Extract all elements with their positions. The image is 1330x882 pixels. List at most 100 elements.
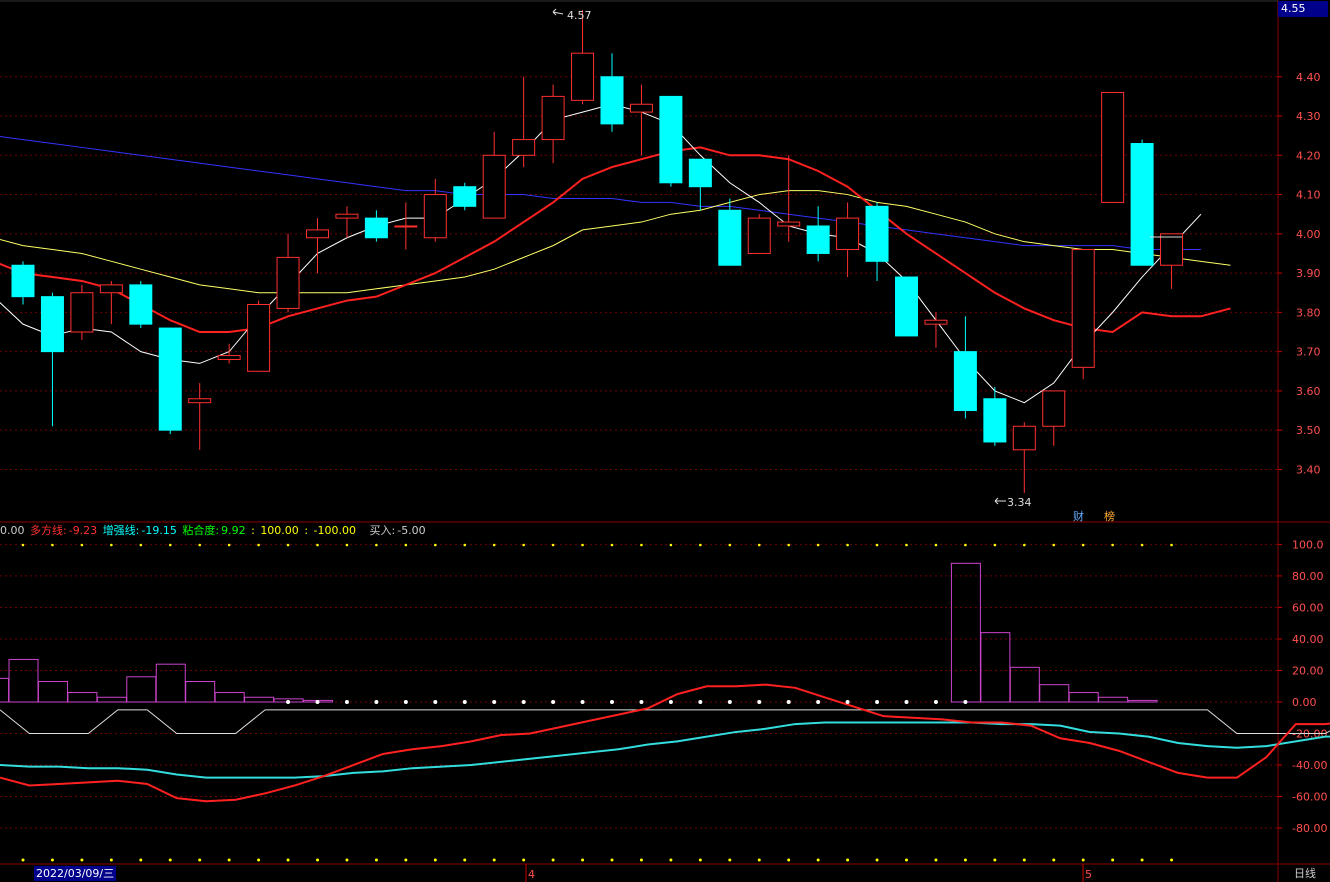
- top-dot-marker: [875, 543, 879, 547]
- cm100-value: -100.00: [313, 524, 356, 537]
- stock-chart: 4.40 4.30 4.20 4.10 4.00 3.90 3.80 3.70 3.60 3.50…: [0, 0, 1330, 882]
- price-tick-label: 3.60: [1296, 385, 1321, 398]
- bottom-dot-marker: [21, 858, 25, 862]
- price-tick-label: 3.90: [1296, 267, 1321, 280]
- bottom-dot-marker: [492, 858, 496, 862]
- candle: [70, 284, 94, 340]
- candle-body: [1101, 91, 1125, 203]
- buy-histogram-bar: [1039, 684, 1070, 703]
- top-dot-marker: [168, 543, 172, 547]
- candle: [659, 95, 683, 187]
- period-selector[interactable]: 日线: [1280, 866, 1330, 882]
- zero-dot-marker: [344, 700, 349, 704]
- candle: [364, 210, 388, 242]
- candle-body: [688, 158, 712, 188]
- buy-histogram-bar: [126, 676, 157, 703]
- candle-body: [158, 327, 182, 431]
- candle: [188, 383, 212, 450]
- zero-dot-marker: [816, 700, 821, 704]
- sep-2: :: [304, 524, 309, 537]
- bottom-dot-marker: [50, 858, 54, 862]
- candle-body: [895, 276, 918, 337]
- zero-dot-marker: [610, 700, 614, 704]
- candle: [629, 84, 653, 156]
- top-dot-marker: [1023, 543, 1026, 547]
- bottom-dot-marker: [875, 858, 879, 862]
- bottom-dot-marker: [316, 858, 319, 862]
- event-marker-cai[interactable]: 财: [1073, 508, 1084, 524]
- candle-body: [99, 284, 123, 294]
- candle-body: [806, 225, 830, 254]
- bottom-dot-marker: [551, 858, 555, 862]
- bottom-dot-marker: [993, 858, 997, 862]
- top-dot-marker: [1140, 543, 1144, 547]
- zero-dot-marker: [698, 700, 703, 704]
- candle: [953, 316, 977, 419]
- bottom-dot-marker: [963, 858, 967, 862]
- candle-body: [335, 213, 359, 219]
- candle: [1160, 233, 1184, 289]
- candle-body: [1042, 390, 1066, 427]
- candle: [541, 84, 565, 164]
- bottom-dot-marker: [934, 858, 938, 862]
- candle: [836, 202, 860, 278]
- candle: [1042, 390, 1066, 446]
- top-dot-marker: [964, 543, 967, 547]
- indicator-prefix: 0.00: [0, 524, 25, 537]
- indicator-tick-label: -60.00: [1292, 791, 1327, 804]
- candle-body: [70, 292, 94, 333]
- candle: [1101, 91, 1125, 203]
- bottom-dot-marker: [1170, 858, 1174, 862]
- nhd-value: 9.92: [221, 524, 246, 537]
- high-arrow: [552, 8, 564, 16]
- zero-dot-marker: [286, 700, 291, 704]
- bottom-dot-marker: [757, 858, 761, 862]
- candle: [158, 327, 182, 435]
- bottom-dot-marker: [1111, 858, 1115, 862]
- zero-dot-marker: [875, 700, 880, 704]
- price-tick-label: 4.10: [1296, 189, 1321, 202]
- candle: [600, 53, 624, 132]
- top-dot-marker: [993, 543, 997, 547]
- candle: [453, 182, 477, 211]
- top-dot-marker: [669, 543, 673, 547]
- buy-histogram-bar: [185, 681, 216, 703]
- bottom-dot-marker: [109, 858, 113, 862]
- duo-value: -9.23: [68, 524, 98, 537]
- zero-dot-marker: [933, 700, 938, 704]
- candle: [1012, 422, 1036, 493]
- buy-histogram-bar: [155, 663, 186, 703]
- bottom-dot-marker: [433, 858, 437, 862]
- top-dot-marker: [728, 543, 732, 547]
- top-dot-marker: [227, 543, 231, 547]
- zq-value: -19.15: [141, 524, 177, 537]
- top-dot-marker: [1081, 543, 1085, 547]
- buy-histogram-bar: [1068, 692, 1099, 703]
- bottom-dot-marker: [581, 858, 585, 862]
- top-dot-marker: [581, 543, 584, 547]
- candle-body: [600, 76, 624, 125]
- zero-dot-marker: [580, 700, 585, 704]
- buy-histogram-bar: [96, 696, 127, 703]
- zero-dot-marker: [639, 700, 644, 704]
- bottom-dot-marker: [1052, 858, 1056, 862]
- zero-dot-marker: [492, 700, 497, 704]
- candle: [11, 261, 35, 305]
- top-dot-marker: [375, 543, 378, 547]
- candle: [482, 131, 506, 219]
- buy-histogram-bar: [1098, 696, 1129, 703]
- top-dot-marker: [1111, 543, 1114, 547]
- month-label: 4: [528, 868, 535, 881]
- candle-body: [953, 351, 977, 412]
- buy-histogram-bar: [1127, 699, 1158, 703]
- top-dot-marker: [492, 543, 496, 547]
- event-marker-bang[interactable]: 榜: [1104, 508, 1115, 524]
- candle-body: [11, 264, 35, 298]
- candle-body: [1160, 233, 1184, 266]
- ma60-line: [0, 136, 1201, 251]
- bottom-dot-marker: [669, 858, 673, 862]
- top-dot-marker: [21, 543, 25, 547]
- top-dot-marker: [522, 543, 525, 547]
- ma20-line: [0, 190, 1231, 294]
- price-tick-label: 3.70: [1296, 346, 1321, 359]
